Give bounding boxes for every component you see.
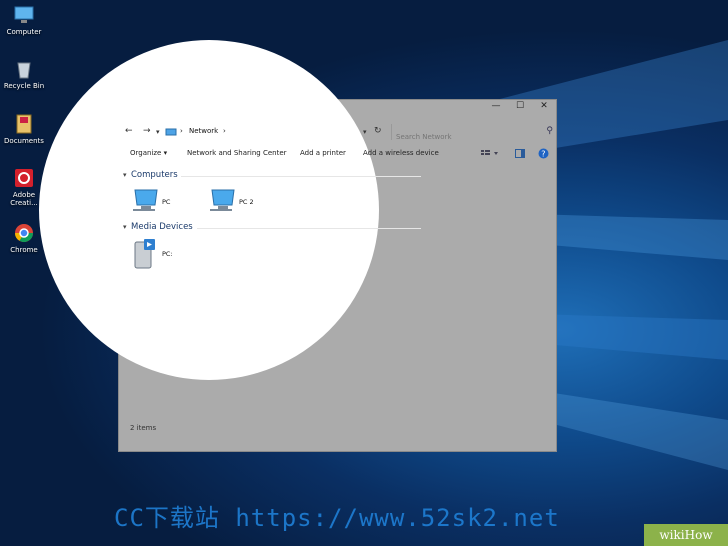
network-explorer-window: — ☐ ✕ ← → ▾ › Network › ▾ ↻ ⚲ Organize ▾… [39,40,557,452]
help-icon[interactable]: ? [538,148,549,159]
address-dropdown-chevron-icon[interactable]: ▾ [363,128,367,136]
organize-button[interactable]: Organize ▾ [130,149,167,157]
desktop-icon-label: Adobe Creati... [10,191,38,207]
search-icon[interactable]: ⚲ [546,126,553,136]
group-heading-computers[interactable]: Computers [131,170,178,180]
chrome-icon [14,224,34,243]
command-bar: Organize ▾ Network and Sharing Center Ad… [119,146,556,162]
network-sharing-center-button[interactable]: Network and Sharing Center [187,149,287,157]
search-input[interactable] [392,130,536,141]
desktop-icon-recycle-bin[interactable]: Recycle Bin [2,58,46,90]
desktop-icon-documents[interactable]: Documents [2,113,46,145]
recent-locations-chevron-icon[interactable]: ▾ [156,128,160,136]
desktop-icon-label: Computer [6,28,42,36]
documents-icon [16,114,32,134]
close-button[interactable]: ✕ [532,100,556,112]
collapse-chevron-icon[interactable]: ▾ [123,223,127,231]
computer-icon [210,189,235,211]
group-divider [181,176,421,177]
adobe-creative-cloud-icon [15,169,33,187]
collapse-chevron-icon[interactable]: ▾ [123,171,127,179]
status-bar-item-count: 2 items [130,424,157,432]
back-arrow-icon[interactable]: ← [125,126,133,136]
svg-text:?: ? [541,149,545,158]
add-wireless-device-button[interactable]: Add a wireless device [363,149,439,157]
minimize-button[interactable]: — [484,100,508,112]
desktop-icon-computer[interactable]: Computer [2,4,46,36]
computer-icon [133,189,158,211]
search-box: ⚲ [391,124,557,141]
computer-item-pc[interactable]: PC [162,198,170,206]
refresh-icon[interactable]: ↻ [374,126,382,136]
network-icon [165,128,177,136]
desktop-icon-label: Chrome [10,246,38,254]
window-controls: — ☐ ✕ [484,100,556,112]
preview-pane-icon[interactable] [515,149,525,158]
address-bar-row: ← → ▾ › Network › ▾ ↻ ⚲ [119,122,556,142]
computer-icon [14,6,34,23]
forward-arrow-icon[interactable]: → [143,126,151,136]
breadcrumb-separator[interactable]: › [223,127,226,135]
group-divider [197,228,421,229]
recycle-bin-icon [17,62,31,79]
media-device-item-pc[interactable]: PC: [162,250,173,258]
maximize-button[interactable]: ☐ [508,100,532,112]
computer-item-pc-2[interactable]: PC 2 [239,198,254,206]
desktop-icon-label: Documents [4,137,44,145]
view-options-icon[interactable] [481,150,499,158]
desktop-icon-label: Recycle Bin [3,82,45,90]
media-server-icon [134,239,155,269]
breadcrumb-network[interactable]: Network [189,127,218,135]
wikihow-badge: wikiHow [644,524,728,546]
watermark-text: CC下载站 https://www.52sk2.net [114,504,560,532]
group-heading-media-devices[interactable]: Media Devices [131,222,193,232]
add-printer-button[interactable]: Add a printer [300,149,346,157]
breadcrumb-separator: › [180,127,183,135]
